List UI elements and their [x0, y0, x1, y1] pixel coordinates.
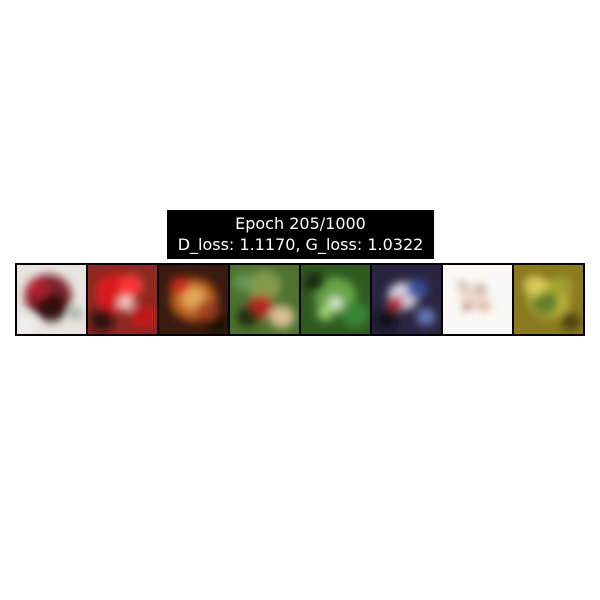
sample-8-image: [514, 265, 583, 334]
sample-grid: [15, 263, 585, 336]
epoch-label: Epoch 205/1000: [235, 214, 366, 233]
sample-3-image: [159, 265, 228, 334]
sample-2-image: [88, 265, 157, 334]
sample-7-image: [443, 265, 512, 334]
loss-label: D_loss: 1.1170, G_loss: 1.0322: [177, 235, 424, 254]
sample-4-image: [230, 265, 299, 334]
sample-1-image: [17, 265, 86, 334]
sample-5-image: [301, 265, 370, 334]
sample-6-image: [372, 265, 441, 334]
figure-canvas: Epoch 205/1000 D_loss: 1.1170, G_loss: 1…: [0, 0, 600, 600]
figure-title: Epoch 205/1000 D_loss: 1.1170, G_loss: 1…: [167, 210, 434, 259]
